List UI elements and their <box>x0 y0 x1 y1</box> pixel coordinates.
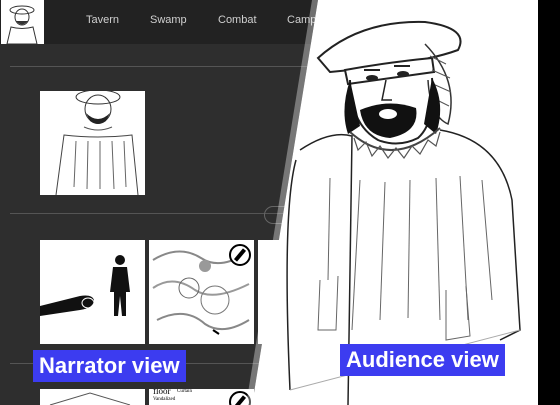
character-portrait <box>55 91 139 195</box>
map-word-floor: floor <box>153 389 171 396</box>
nav-item-combat[interactable]: Combat <box>218 14 257 26</box>
right-border <box>538 0 560 405</box>
sketch-fragment <box>49 392 131 405</box>
map-word-curtain: Curtain <box>177 389 192 394</box>
bottom-thumbnail[interactable] <box>40 389 145 405</box>
app-logo[interactable] <box>1 0 44 44</box>
screenshot-stage: Tavern Swamp Combat Camp floor Curtain V… <box>0 0 560 405</box>
map-word-vandalized: Vandalized <box>153 397 176 402</box>
compass-icon <box>229 244 251 266</box>
nav-item-tavern[interactable]: Tavern <box>86 14 119 26</box>
portrait-icon <box>6 5 38 44</box>
silhouette-icon <box>40 255 130 316</box>
divider <box>10 213 300 214</box>
narrator-view-label: Narrator view <box>33 350 186 382</box>
character-thumbnail[interactable] <box>40 91 145 195</box>
map-thumbnail-bottom[interactable]: floor Curtain Vandalized <box>149 389 254 405</box>
token-thumbnail[interactable] <box>40 240 145 344</box>
nav-item-swamp[interactable]: Swamp <box>150 14 187 26</box>
audience-view-label: Audience view <box>340 344 505 376</box>
map-thumbnail[interactable] <box>149 240 254 344</box>
divider <box>10 66 310 67</box>
